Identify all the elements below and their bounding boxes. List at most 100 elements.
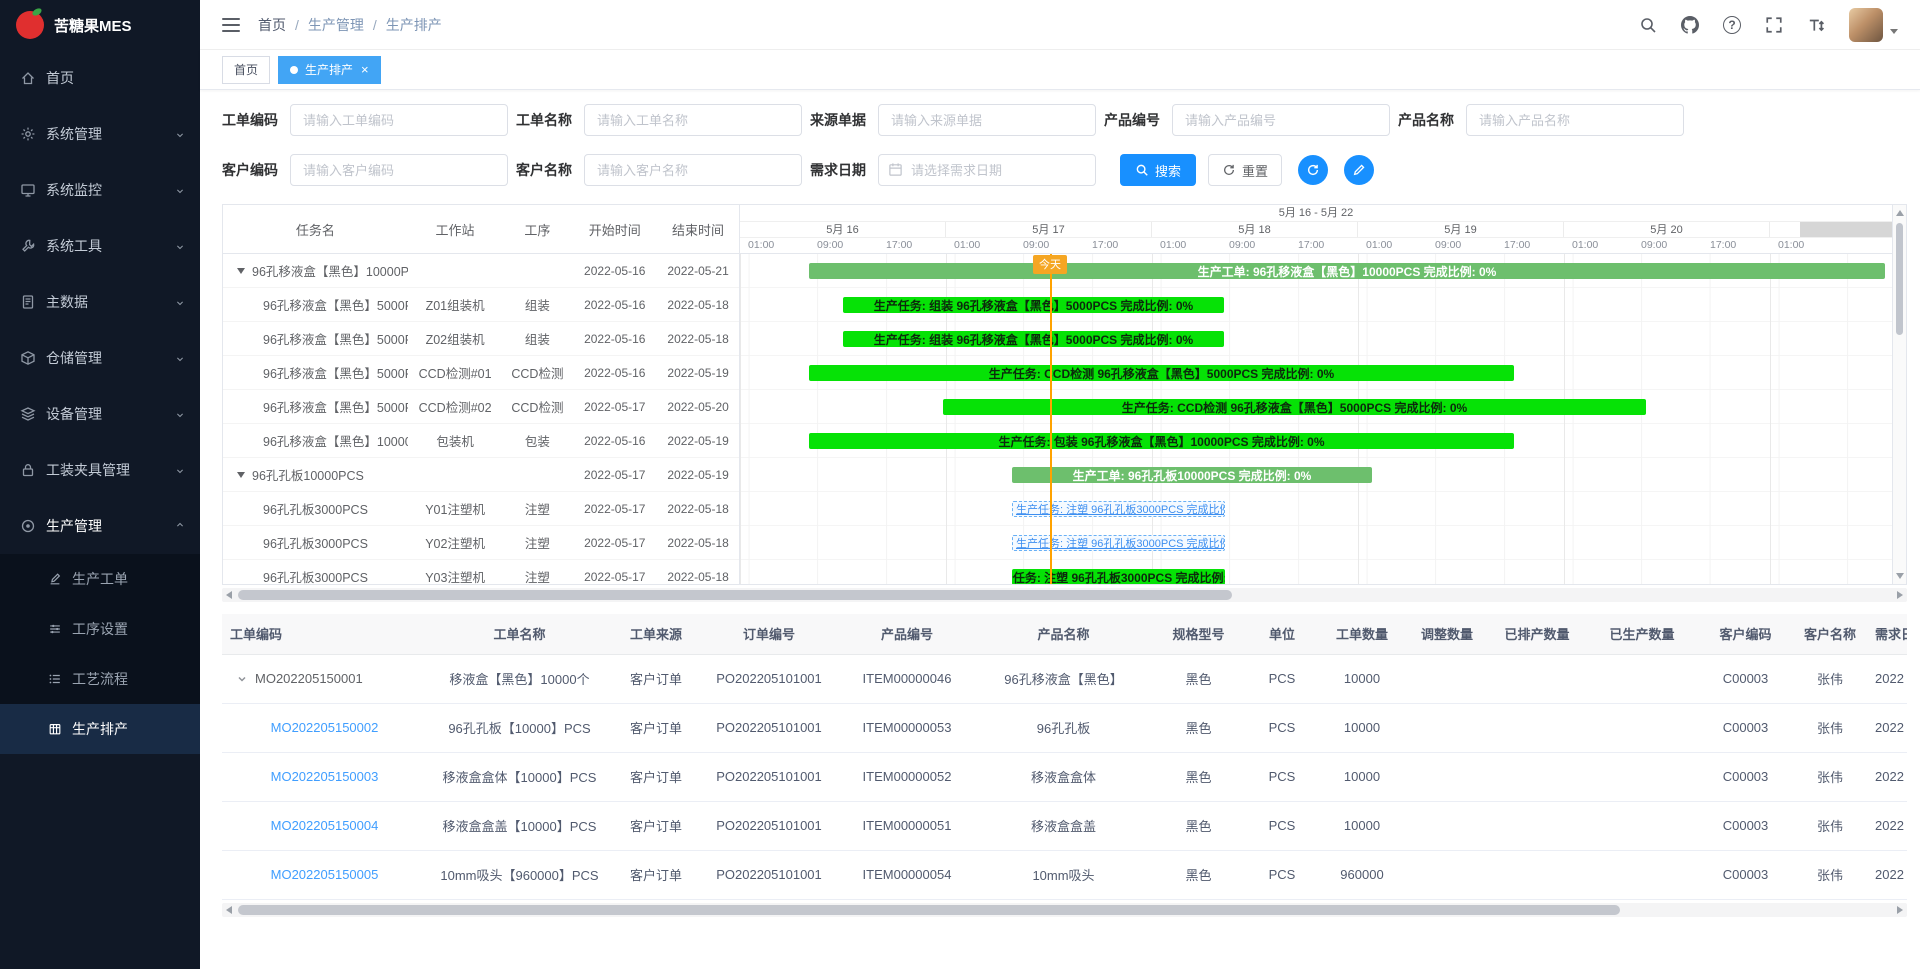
sidebar-item-process-flow[interactable]: 工艺流程 xyxy=(0,654,200,704)
chevron-down-icon xyxy=(174,408,186,420)
day-label: 5月 20 xyxy=(1564,222,1770,237)
workorder-link[interactable]: MO202205150001 xyxy=(255,671,363,686)
fullscreen-icon[interactable] xyxy=(1765,16,1783,34)
scroll-left-icon[interactable] xyxy=(226,906,232,914)
sidebar-item-production[interactable]: 生产管理 xyxy=(0,498,200,554)
gantt-task-row[interactable]: 96孔孔板3000PCS Y02注塑机 注塑 2022-05-17 2022-0… xyxy=(223,526,739,560)
refresh-round-button[interactable] xyxy=(1298,155,1328,185)
task-process: 注塑 xyxy=(503,499,573,518)
font-size-icon[interactable] xyxy=(1807,16,1825,34)
scrollbar-thumb[interactable] xyxy=(1896,223,1903,335)
tab-home[interactable]: 首页 xyxy=(222,56,270,84)
close-icon[interactable]: × xyxy=(361,63,369,76)
customer-name-input[interactable] xyxy=(584,154,802,186)
scroll-right-icon[interactable] xyxy=(1897,591,1903,599)
product-code-input[interactable] xyxy=(1172,104,1390,136)
gantt-task-bar[interactable]: 生产任务: 注塑 96孔孔板3000PCS 完成比例: 0% xyxy=(1012,569,1225,584)
sidebar-item-production-scheduling[interactable]: 生产排产 xyxy=(0,704,200,754)
search-button[interactable]: 搜索 xyxy=(1120,154,1196,186)
gantt-horizontal-scrollbar[interactable] xyxy=(222,588,1907,602)
table-horizontal-scrollbar[interactable] xyxy=(222,903,1907,917)
gantt-task-bar[interactable]: 生产任务: CCD检测 96孔移液盒【黑色】5000PCS 完成比例: 0% xyxy=(943,399,1646,415)
source-doc-input[interactable] xyxy=(878,104,1096,136)
gantt-task-bar[interactable]: 生产任务: 注塑 96孔孔板3000PCS 完成比例: 0% xyxy=(1012,501,1225,517)
breadcrumb-separator xyxy=(373,17,377,33)
scroll-left-icon[interactable] xyxy=(226,591,232,599)
caret-down-icon xyxy=(1890,29,1898,34)
submenu-item-label: 工序设置 xyxy=(72,619,128,639)
table-row[interactable]: MO202205150002 96孔孔板【10000】PCS 客户订单 PO20… xyxy=(222,703,1907,752)
workorder-link[interactable]: MO202205150004 xyxy=(271,818,379,833)
workorder-code-input[interactable] xyxy=(290,104,508,136)
gantt-task-bar[interactable]: 生产任务: 注塑 96孔孔板3000PCS 完成比例: 0% xyxy=(1012,535,1225,551)
gantt-task-bar[interactable]: 生产任务: 包装 96孔移液盒【黑色】10000PCS 完成比例: 0% xyxy=(809,433,1514,449)
scrollbar-thumb[interactable] xyxy=(238,905,1620,915)
gantt-task-row[interactable]: 96孔移液盒【黑色】10000PCS 包装机 包装 2022-05-16 202… xyxy=(223,424,739,458)
workorder-link[interactable]: MO202205150005 xyxy=(271,867,379,882)
avatar[interactable] xyxy=(1849,8,1883,42)
sidebar-item-system-tools[interactable]: 系统工具 xyxy=(0,218,200,274)
scrollbar-thumb[interactable] xyxy=(238,590,1232,600)
table-row[interactable]: MO202205150003 移液盒盒体【10000】PCS 客户订单 PO20… xyxy=(222,752,1907,801)
sidebar-item-system-monitor[interactable]: 系统监控 xyxy=(0,162,200,218)
table-row[interactable]: MO202205150001 移液盒【黑色】10000个 客户订单 PO2022… xyxy=(222,654,1907,703)
edit-round-button[interactable] xyxy=(1344,155,1374,185)
gantt-task-row[interactable]: 96孔孔板3000PCS Y01注塑机 注塑 2022-05-17 2022-0… xyxy=(223,492,739,526)
sidebar-item-equipment[interactable]: 设备管理 xyxy=(0,386,200,442)
reset-button[interactable]: 重置 xyxy=(1208,154,1282,186)
sidebar-item-warehouse[interactable]: 仓储管理 xyxy=(0,330,200,386)
gantt-workorder-bar[interactable]: 生产工单: 96孔移液盒【黑色】10000PCS 完成比例: 0% xyxy=(809,263,1885,279)
cell-product-name: 96孔孔板 xyxy=(976,703,1151,752)
customer-code-input[interactable] xyxy=(290,154,508,186)
task-start: 2022-05-16 xyxy=(572,366,657,380)
search-icon[interactable] xyxy=(1639,16,1657,34)
sidebar-item-tooling[interactable]: 工装夹具管理 xyxy=(0,442,200,498)
gear-icon xyxy=(20,126,36,142)
sidebar-toggle-icon[interactable] xyxy=(222,18,240,32)
filter-label: 工单编码 xyxy=(222,110,280,130)
gantt-task-bar[interactable]: 生产任务: 组装 96孔移液盒【黑色】5000PCS 完成比例: 0% xyxy=(843,297,1224,313)
gantt-task-bar[interactable]: 生产任务: CCD检测 96孔移液盒【黑色】5000PCS 完成比例: 0% xyxy=(809,365,1514,381)
sidebar-item-system-admin[interactable]: 系统管理 xyxy=(0,106,200,162)
breadcrumb-section[interactable]: 生产管理 xyxy=(308,15,364,35)
table-row[interactable]: MO202205150004 移液盒盒盖【10000】PCS 客户订单 PO20… xyxy=(222,801,1907,850)
sidebar-item-process-settings[interactable]: 工序设置 xyxy=(0,604,200,654)
hour-label: 17:00 xyxy=(886,239,912,251)
github-icon[interactable] xyxy=(1681,16,1699,34)
gantt-workorder-bar[interactable]: 生产工单: 96孔孔板10000PCS 完成比例: 0% xyxy=(1012,467,1372,483)
gantt-task-row[interactable]: 96孔移液盒【黑色】5000PCS Z01组装机 组装 2022-05-16 2… xyxy=(223,288,739,322)
gantt-task-bar[interactable]: 生产任务: 组装 96孔移液盒【黑色】5000PCS 完成比例: 0% xyxy=(843,331,1224,347)
scroll-down-icon[interactable] xyxy=(1896,573,1904,579)
collapse-triangle-icon[interactable] xyxy=(237,472,245,478)
cell-produced-qty xyxy=(1586,801,1698,850)
submenu-item-label: 生产工单 xyxy=(72,569,128,589)
document-icon xyxy=(20,294,36,310)
gantt-task-row[interactable]: 96孔移液盒【黑色】10000PCS 2022-05-16 2022-05-21 xyxy=(223,254,739,288)
sidebar-item-master-data[interactable]: 主数据 xyxy=(0,274,200,330)
user-menu[interactable] xyxy=(1849,8,1898,42)
demand-date-input[interactable] xyxy=(878,154,1096,186)
gantt-task-row[interactable]: 96孔移液盒【黑色】5000PCS CCD检测#02 CCD检测 2022-05… xyxy=(223,390,739,424)
sidebar-item-work-order[interactable]: 生产工单 xyxy=(0,554,200,604)
cell-adjust-qty xyxy=(1406,703,1488,752)
workorder-link[interactable]: MO202205150002 xyxy=(271,720,379,735)
sidebar-item-home[interactable]: 首页 xyxy=(0,50,200,106)
scroll-up-icon[interactable] xyxy=(1896,210,1904,216)
gantt-task-row[interactable]: 96孔移液盒【黑色】5000PCS Z02组装机 组装 2022-05-16 2… xyxy=(223,322,739,356)
breadcrumb-home[interactable]: 首页 xyxy=(258,15,286,35)
help-icon[interactable]: ? xyxy=(1723,16,1741,34)
gantt-task-row[interactable]: 96孔移液盒【黑色】5000PCS CCD检测#01 CCD检测 2022-05… xyxy=(223,356,739,390)
column-end-time: 结束时间 xyxy=(657,220,739,239)
expand-row-icon[interactable] xyxy=(236,673,248,685)
collapse-triangle-icon[interactable] xyxy=(237,268,245,274)
tab-production-scheduling[interactable]: 生产排产 × xyxy=(278,56,381,84)
table-row[interactable]: MO202205150005 10mm吸头【960000】PCS 客户订单 PO… xyxy=(222,850,1907,899)
gantt-vertical-scrollbar[interactable] xyxy=(1892,205,1906,584)
workorder-name-input[interactable] xyxy=(584,104,802,136)
gantt-task-row[interactable]: 96孔孔板3000PCS Y03注塑机 注塑 2022-05-17 2022-0… xyxy=(223,560,739,584)
gantt-task-row[interactable]: 96孔孔板10000PCS 2022-05-17 2022-05-19 xyxy=(223,458,739,492)
scroll-right-icon[interactable] xyxy=(1897,906,1903,914)
sidebar-menu: 首页 系统管理 系统监控 系统工具 主数据 xyxy=(0,50,200,969)
workorder-link[interactable]: MO202205150003 xyxy=(271,769,379,784)
product-name-input[interactable] xyxy=(1466,104,1684,136)
